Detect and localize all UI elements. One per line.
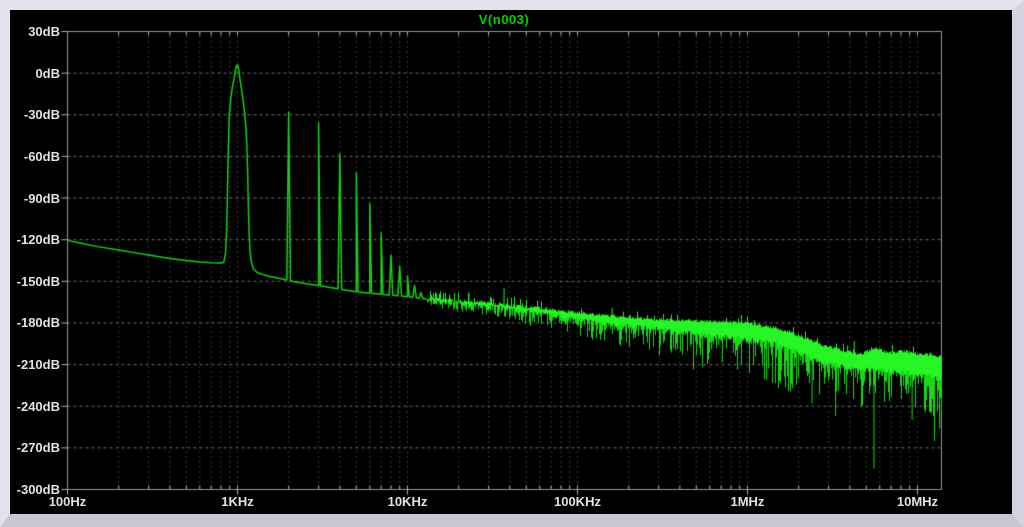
y-axis-tick-label: -60dB	[10, 149, 60, 164]
waveform-panel: V(n003) 30dB 0dB -30dB -60dB -90dB -120dB -150…	[10, 10, 1012, 514]
x-axis-tick-label: 10MHz	[872, 494, 962, 509]
y-axis-tick-label: -120dB	[10, 232, 60, 247]
y-axis-tick-label: -30dB	[10, 107, 60, 122]
y-axis-tick-label: -240dB	[10, 399, 60, 414]
y-axis-tick-label: 0dB	[10, 66, 60, 81]
y-axis-tick-label: -270dB	[10, 440, 60, 455]
x-axis-tick-label: 1KHz	[192, 494, 282, 509]
x-axis-tick-label: 100KHz	[532, 494, 622, 509]
y-axis-tick-label: 30dB	[10, 24, 60, 39]
window-frame: V(n003) 30dB 0dB -30dB -60dB -90dB -120dB -150…	[0, 0, 1024, 527]
y-axis-tick-label: -180dB	[10, 315, 60, 330]
x-axis-tick-label: 10KHz	[362, 494, 452, 509]
trace-label[interactable]: V(n003)	[304, 12, 704, 27]
y-axis-tick-label: -210dB	[10, 357, 60, 372]
y-axis-tick-label: -90dB	[10, 191, 60, 206]
x-axis-tick-label: 1MHz	[702, 494, 792, 509]
y-axis-tick-label: -150dB	[10, 274, 60, 289]
spectrum-plot-canvas[interactable]	[10, 10, 1012, 514]
x-axis-tick-label: 100Hz	[23, 494, 113, 509]
